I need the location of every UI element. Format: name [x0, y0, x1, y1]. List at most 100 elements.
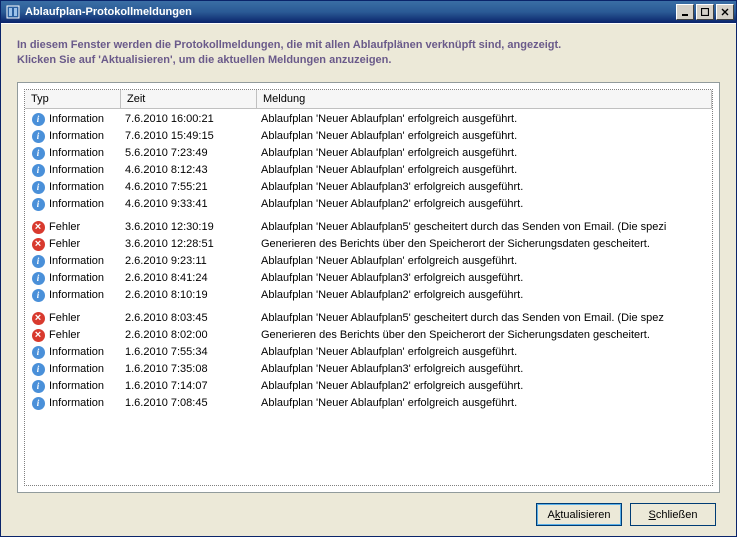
cell-meldung: Ablaufplan 'Neuer Ablaufplan' erfolgreic… [261, 397, 708, 409]
cell-zeit: 3.6.2010 12:30:19 [125, 221, 261, 233]
log-grid: Typ Zeit Meldung Information7.6.2010 16:… [24, 89, 713, 486]
cell-typ: Information [47, 164, 125, 176]
info-icon [32, 397, 45, 410]
cell-meldung: Ablaufplan 'Neuer Ablaufplan' erfolgreic… [261, 113, 708, 125]
close-button[interactable] [716, 4, 734, 20]
cell-zeit: 4.6.2010 8:12:43 [125, 164, 261, 176]
cell-typ: Information [47, 147, 125, 159]
info-icon [32, 272, 45, 285]
info-icon [32, 130, 45, 143]
cell-zeit: 1.6.2010 7:14:07 [125, 380, 261, 392]
cell-zeit: 1.6.2010 7:08:45 [125, 397, 261, 409]
cell-meldung: Generieren des Berichts über den Speiche… [261, 238, 708, 250]
table-row[interactable]: Information2.6.2010 8:10:19Ablaufplan 'N… [25, 287, 712, 304]
table-row[interactable]: Fehler3.6.2010 12:28:51Generieren des Be… [25, 236, 712, 253]
cell-typ: Information [47, 255, 125, 267]
cell-zeit: 2.6.2010 8:10:19 [125, 289, 261, 301]
cell-typ: Fehler [47, 312, 125, 324]
cell-zeit: 2.6.2010 8:41:24 [125, 272, 261, 284]
info-icon [32, 164, 45, 177]
cell-meldung: Ablaufplan 'Neuer Ablaufplan2' erfolgrei… [261, 289, 708, 301]
table-row[interactable]: Fehler2.6.2010 8:03:45Ablaufplan 'Neuer … [25, 310, 712, 327]
cell-zeit: 4.6.2010 9:33:41 [125, 198, 261, 210]
cell-meldung: Ablaufplan 'Neuer Ablaufplan3' erfolgrei… [261, 363, 708, 375]
minimize-button[interactable] [676, 4, 694, 20]
cell-typ: Information [47, 130, 125, 142]
cell-typ: Information [47, 272, 125, 284]
maximize-button[interactable] [696, 4, 714, 20]
app-icon [5, 4, 21, 20]
table-row[interactable]: Information1.6.2010 7:35:08Ablaufplan 'N… [25, 361, 712, 378]
intro-line2: Klicken Sie auf 'Aktualisieren', um die … [17, 53, 720, 68]
column-header-zeit[interactable]: Zeit [121, 90, 257, 108]
error-icon [32, 329, 45, 342]
table-row[interactable]: Information1.6.2010 7:14:07Ablaufplan 'N… [25, 378, 712, 395]
info-icon [32, 289, 45, 302]
info-icon [32, 363, 45, 376]
cell-meldung: Ablaufplan 'Neuer Ablaufplan2' erfolgrei… [261, 198, 708, 210]
cell-meldung: Ablaufplan 'Neuer Ablaufplan3' erfolgrei… [261, 181, 708, 193]
log-panel: Typ Zeit Meldung Information7.6.2010 16:… [17, 82, 720, 493]
cell-typ: Fehler [47, 221, 125, 233]
table-row[interactable]: Information2.6.2010 9:23:11Ablaufplan 'N… [25, 253, 712, 270]
window-controls [676, 4, 734, 20]
cell-zeit: 5.6.2010 7:23:49 [125, 147, 261, 159]
cell-zeit: 7.6.2010 16:00:21 [125, 113, 261, 125]
column-header-meldung[interactable]: Meldung [257, 90, 712, 108]
cell-typ: Information [47, 397, 125, 409]
close-dialog-button[interactable]: Schließen [630, 503, 716, 526]
info-icon [32, 113, 45, 126]
table-row[interactable]: Information7.6.2010 15:49:15Ablaufplan '… [25, 128, 712, 145]
info-icon [32, 346, 45, 359]
column-header-typ[interactable]: Typ [25, 90, 121, 108]
cell-meldung: Generieren des Berichts über den Speiche… [261, 329, 708, 341]
cell-zeit: 2.6.2010 9:23:11 [125, 255, 261, 267]
cell-typ: Information [47, 346, 125, 358]
window-title: Ablaufplan-Protokollmeldungen [25, 6, 676, 18]
cell-meldung: Ablaufplan 'Neuer Ablaufplan5' gescheite… [261, 312, 708, 324]
cell-typ: Fehler [47, 238, 125, 250]
cell-zeit: 1.6.2010 7:35:08 [125, 363, 261, 375]
cell-zeit: 4.6.2010 7:55:21 [125, 181, 261, 193]
cell-typ: Information [47, 289, 125, 301]
refresh-button[interactable]: Aktualisieren [536, 503, 622, 526]
intro-text: In diesem Fenster werden die Protokollme… [17, 38, 720, 68]
error-icon [32, 312, 45, 325]
table-row[interactable]: Fehler2.6.2010 8:02:00Generieren des Ber… [25, 327, 712, 344]
table-row[interactable]: Information5.6.2010 7:23:49Ablaufplan 'N… [25, 145, 712, 162]
cell-meldung: Ablaufplan 'Neuer Ablaufplan' erfolgreic… [261, 346, 708, 358]
cell-zeit: 2.6.2010 8:03:45 [125, 312, 261, 324]
client-area: In diesem Fenster werden die Protokollme… [1, 23, 736, 536]
cell-typ: Information [47, 380, 125, 392]
cell-zeit: 1.6.2010 7:55:34 [125, 346, 261, 358]
cell-typ: Information [47, 198, 125, 210]
cell-meldung: Ablaufplan 'Neuer Ablaufplan2' erfolgrei… [261, 380, 708, 392]
table-row[interactable]: Information7.6.2010 16:00:21Ablaufplan '… [25, 111, 712, 128]
cell-meldung: Ablaufplan 'Neuer Ablaufplan' erfolgreic… [261, 255, 708, 267]
titlebar[interactable]: Ablaufplan-Protokollmeldungen [1, 1, 736, 23]
cell-typ: Information [47, 363, 125, 375]
error-icon [32, 221, 45, 234]
grid-header: Typ Zeit Meldung [25, 90, 712, 109]
cell-meldung: Ablaufplan 'Neuer Ablaufplan5' gescheite… [261, 221, 708, 233]
grid-body: Information7.6.2010 16:00:21Ablaufplan '… [25, 109, 712, 485]
cell-zeit: 2.6.2010 8:02:00 [125, 329, 261, 341]
table-row[interactable]: Information1.6.2010 7:55:34Ablaufplan 'N… [25, 344, 712, 361]
cell-meldung: Ablaufplan 'Neuer Ablaufplan' erfolgreic… [261, 147, 708, 159]
table-row[interactable]: Information4.6.2010 7:55:21Ablaufplan 'N… [25, 179, 712, 196]
error-icon [32, 238, 45, 251]
cell-typ: Fehler [47, 329, 125, 341]
table-row[interactable]: Information4.6.2010 8:12:43Ablaufplan 'N… [25, 162, 712, 179]
window: Ablaufplan-Protokollmeldungen In diesem … [0, 0, 737, 537]
cell-typ: Information [47, 181, 125, 193]
info-icon [32, 181, 45, 194]
cell-typ: Information [47, 113, 125, 125]
cell-zeit: 3.6.2010 12:28:51 [125, 238, 261, 250]
table-row[interactable]: Information4.6.2010 9:33:41Ablaufplan 'N… [25, 196, 712, 213]
table-row[interactable]: Fehler3.6.2010 12:30:19Ablaufplan 'Neuer… [25, 219, 712, 236]
cell-meldung: Ablaufplan 'Neuer Ablaufplan' erfolgreic… [261, 130, 708, 142]
intro-line1: In diesem Fenster werden die Protokollme… [17, 38, 720, 53]
cell-meldung: Ablaufplan 'Neuer Ablaufplan3' erfolgrei… [261, 272, 708, 284]
table-row[interactable]: Information1.6.2010 7:08:45Ablaufplan 'N… [25, 395, 712, 412]
table-row[interactable]: Information2.6.2010 8:41:24Ablaufplan 'N… [25, 270, 712, 287]
